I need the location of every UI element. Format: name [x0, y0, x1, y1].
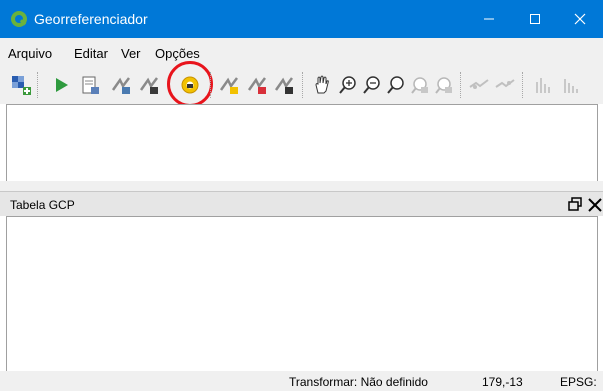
- menu-editar[interactable]: Editar: [74, 46, 108, 61]
- load-gcp-points-icon[interactable]: [110, 74, 132, 96]
- qgis-app-icon: [11, 11, 27, 27]
- toolbar-separator: [210, 72, 213, 98]
- close-icon: [574, 13, 586, 25]
- full-histogram-stretch-icon[interactable]: [560, 74, 582, 96]
- generate-gdal-script-icon[interactable]: [79, 74, 101, 96]
- zoom-next-icon[interactable]: [433, 74, 455, 96]
- open-raster-icon[interactable]: [10, 74, 32, 96]
- float-panel-icon[interactable]: [567, 196, 583, 212]
- close-panel-icon[interactable]: [587, 195, 603, 213]
- zoom-to-layer-icon[interactable]: [385, 74, 407, 96]
- toolbar-separator: [302, 72, 305, 98]
- start-georeferencing-icon[interactable]: [50, 74, 72, 96]
- status-bar: Transformar: Não definido 179,-13 EPSG:: [0, 371, 603, 391]
- zoom-last-icon[interactable]: [409, 74, 431, 96]
- save-gcp-points-icon[interactable]: [138, 74, 160, 96]
- highlight-circle: [167, 61, 213, 107]
- georeferencer-canvas[interactable]: [6, 104, 598, 182]
- minimize-button[interactable]: [466, 0, 512, 38]
- splitter[interactable]: [0, 181, 603, 191]
- title-bar: Georreferenciador: [0, 0, 603, 38]
- minimize-icon: [484, 18, 494, 20]
- add-point-icon[interactable]: [218, 74, 240, 96]
- maximize-icon: [530, 14, 540, 24]
- coordinate-readout: 179,-13: [482, 375, 523, 389]
- move-gcp-point-icon[interactable]: [273, 74, 295, 96]
- close-button[interactable]: [557, 0, 603, 38]
- window-title: Georreferenciador: [34, 11, 148, 27]
- zoom-in-icon[interactable]: [337, 74, 359, 96]
- menu-ver[interactable]: Ver: [121, 46, 141, 61]
- panel-title: Tabela GCP: [10, 198, 75, 212]
- zoom-out-icon[interactable]: [361, 74, 383, 96]
- gcp-panel-header: Tabela GCP: [0, 191, 603, 216]
- menu-opcoes[interactable]: Opções: [155, 46, 200, 61]
- delete-point-icon[interactable]: [246, 74, 268, 96]
- link-georeferencer-to-qgis-icon[interactable]: [468, 74, 490, 96]
- gcp-table[interactable]: [6, 216, 598, 372]
- toolbar-separator: [37, 72, 40, 98]
- maximize-button[interactable]: [512, 0, 558, 38]
- toolbar-separator: [460, 72, 463, 98]
- histogram-stretch-icon[interactable]: [532, 74, 554, 96]
- link-qgis-to-georeferencer-icon[interactable]: [494, 74, 516, 96]
- menu-arquivo[interactable]: Arquivo: [8, 46, 52, 61]
- menu-bar: Arquivo Editar Ver Opções: [0, 38, 603, 66]
- transform-status: Transformar: Não definido: [289, 375, 428, 389]
- epsg-button[interactable]: EPSG:: [560, 375, 597, 389]
- pan-icon[interactable]: [311, 74, 333, 96]
- toolbar: [0, 61, 603, 107]
- toolbar-separator: [522, 72, 525, 98]
